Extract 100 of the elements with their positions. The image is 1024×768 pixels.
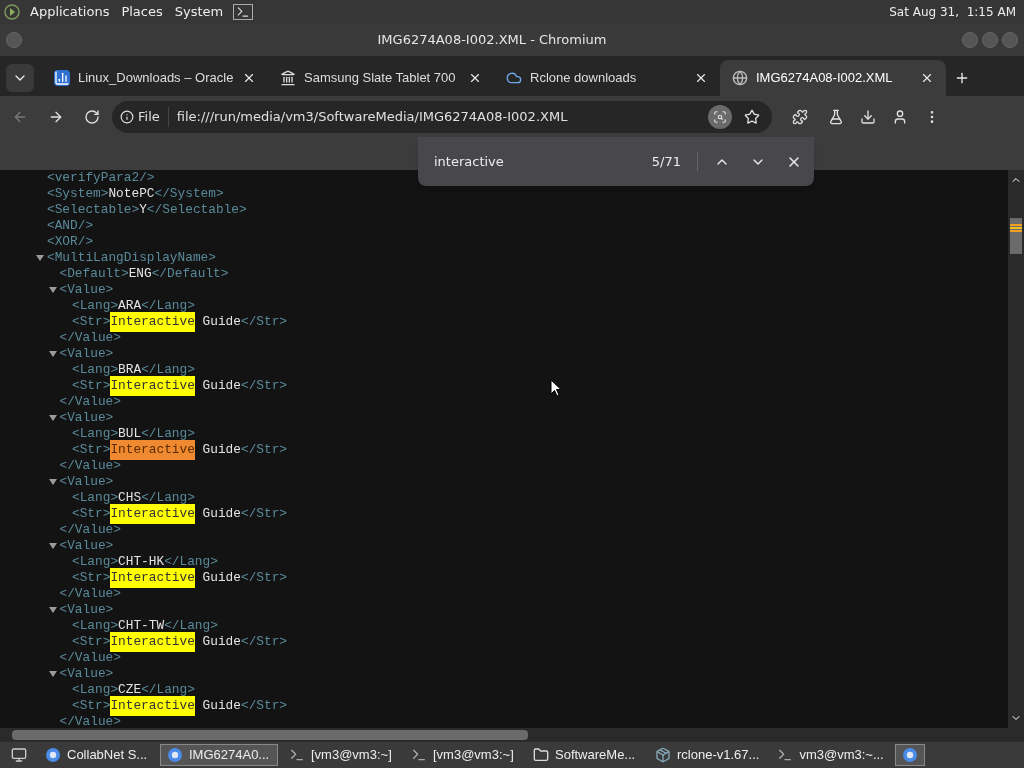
find-icon[interactable] — [708, 105, 732, 129]
bookmark-star-icon[interactable] — [744, 109, 760, 125]
browser-tab[interactable]: Linux_Downloads – Oracle — [42, 60, 268, 96]
close-icon[interactable] — [920, 71, 934, 85]
panel-menu[interactable]: System — [168, 2, 230, 22]
taskbar-label: IMG6274A0... — [189, 746, 270, 765]
tab-title: IMG6274A08-I002.XML — [756, 69, 894, 88]
xml-line: <verifyPara2/> — [47, 170, 155, 188]
tab-title: Rclone downloads — [530, 69, 638, 88]
url-text: file:///run/media/vm3/SoftwareMedia/IMG6274A08-I002.XML — [176, 108, 569, 127]
xml-tag: </Str> — [240, 568, 288, 588]
xml-tag: </Str> — [240, 632, 288, 652]
tab-title: Linux_Downloads – Oracle — [78, 69, 234, 88]
extensions-icon[interactable] — [792, 109, 808, 125]
cloud-icon — [506, 70, 522, 86]
new-tab-icon[interactable] — [954, 70, 970, 86]
taskbar-label: vm3@vm3:~... — [799, 746, 884, 765]
xml-tag: </Str> — [240, 696, 288, 716]
search-highlight: Interactive — [110, 376, 195, 396]
tab-list-button[interactable] — [6, 64, 34, 92]
expand-toggle-icon[interactable] — [48, 478, 57, 486]
expand-toggle-icon[interactable] — [48, 670, 57, 678]
search-highlight: Interactive — [110, 504, 195, 524]
xml-text: Guide — [201, 313, 241, 332]
reload-icon[interactable] — [84, 109, 100, 125]
expand-toggle-icon[interactable] — [48, 414, 57, 422]
taskbar-label: CollabNet S... — [67, 746, 148, 765]
browser-tab[interactable]: Rclone downloads — [494, 60, 720, 96]
scheme-chip[interactable]: File — [120, 107, 169, 127]
info-icon — [120, 110, 134, 124]
window-title: IMG6274A08-I002.XML - Chromium — [376, 31, 608, 50]
xml-line: <Selectable>Y</Selectable> — [47, 201, 247, 220]
vertical-scrollbar[interactable] — [1008, 170, 1024, 728]
xml-line: <AND/> — [47, 217, 94, 236]
horizontal-scrollbar[interactable] — [0, 728, 1024, 742]
close-icon[interactable] — [694, 71, 708, 85]
profile-icon[interactable] — [892, 109, 908, 125]
tab-title: Samsung Slate Tablet 700 — [304, 69, 457, 88]
panel-menu[interactable]: Applications — [24, 2, 116, 22]
taskbar-button[interactable]: SoftwareMe... — [526, 744, 644, 766]
search-highlight: Interactive — [110, 696, 195, 716]
browser-icon — [45, 747, 61, 763]
browser-tab[interactable]: IMG6274A08-I002.XML — [720, 60, 946, 96]
forward-icon[interactable] — [48, 109, 64, 125]
xml-text: Guide — [201, 633, 241, 652]
xml-text: Guide — [201, 569, 241, 588]
taskbar-button[interactable]: [vm3@vm3:~] — [282, 744, 400, 766]
chart-icon — [54, 70, 70, 86]
building-icon — [280, 70, 296, 86]
terminal-icon — [411, 747, 427, 763]
xml-tag: </Str> — [240, 504, 288, 524]
browser-icon — [901, 747, 918, 763]
expand-toggle-icon[interactable] — [48, 542, 57, 550]
flask-icon[interactable] — [828, 109, 844, 125]
taskbar-button[interactable]: IMG6274A0... — [160, 744, 278, 766]
taskbar-button[interactable] — [894, 744, 925, 766]
browser-icon — [167, 747, 183, 763]
close-icon[interactable] — [468, 71, 482, 85]
package-icon — [655, 747, 671, 763]
expand-toggle-icon[interactable] — [48, 350, 57, 358]
scrollbar-thumb[interactable] — [1010, 218, 1022, 254]
xml-tag: </Str> — [240, 312, 288, 332]
xml-text: Guide — [201, 505, 241, 524]
mouse-pointer-icon — [550, 379, 562, 397]
taskbar-button[interactable]: rclone-v1.67... — [648, 744, 767, 766]
terminal-icon — [777, 747, 794, 763]
xml-text: Guide — [201, 441, 241, 460]
terminal-icon — [289, 747, 305, 763]
folder-icon — [533, 747, 549, 763]
xml-text: Guide — [201, 697, 241, 716]
expand-toggle-icon[interactable] — [36, 254, 44, 262]
taskbar-button[interactable]: vm3@vm3:~... — [770, 744, 891, 766]
taskbar-button[interactable]: [vm3@vm3:~] — [404, 744, 522, 766]
panel-menu[interactable]: Places — [115, 2, 169, 22]
xml-tag: </Str> — [240, 376, 288, 396]
search-highlight: Interactive — [110, 312, 195, 332]
taskbar-label: [vm3@vm3:~] — [433, 746, 514, 765]
address-bar[interactable]: File file:///run/media/vm3/SoftwareMedia/IMG6274A08-I002.XML — [112, 101, 772, 133]
terminal-icon[interactable] — [233, 4, 254, 20]
expand-toggle-icon[interactable] — [48, 606, 57, 614]
globe-icon — [732, 70, 748, 86]
taskbar-label: SoftwareMe... — [555, 746, 636, 765]
xml-text: Guide — [201, 377, 241, 396]
taskbar-label: rclone-v1.67... — [677, 746, 760, 765]
search-highlight: Interactive — [110, 440, 195, 460]
xml-tag: </Str> — [240, 440, 288, 460]
search-highlight: Interactive — [110, 568, 195, 588]
close-icon[interactable] — [242, 71, 256, 85]
download-icon[interactable] — [860, 109, 876, 125]
taskbar-label: [vm3@vm3:~] — [311, 746, 392, 765]
taskbar-button[interactable]: CollabNet S... — [38, 744, 156, 766]
clock: Sat Aug 31, 1:15 AM — [889, 4, 1017, 21]
xml-line: <System>NotePC</System> — [47, 185, 224, 204]
find-query-field[interactable]: interactive — [434, 151, 652, 172]
expand-toggle-icon[interactable] — [48, 286, 57, 294]
logo-icon — [4, 4, 20, 20]
search-highlight: Interactive — [110, 632, 195, 652]
desktop-icon — [11, 747, 27, 763]
browser-tab[interactable]: Samsung Slate Tablet 700 — [268, 60, 494, 96]
match-count: 5/71 — [651, 151, 698, 172]
